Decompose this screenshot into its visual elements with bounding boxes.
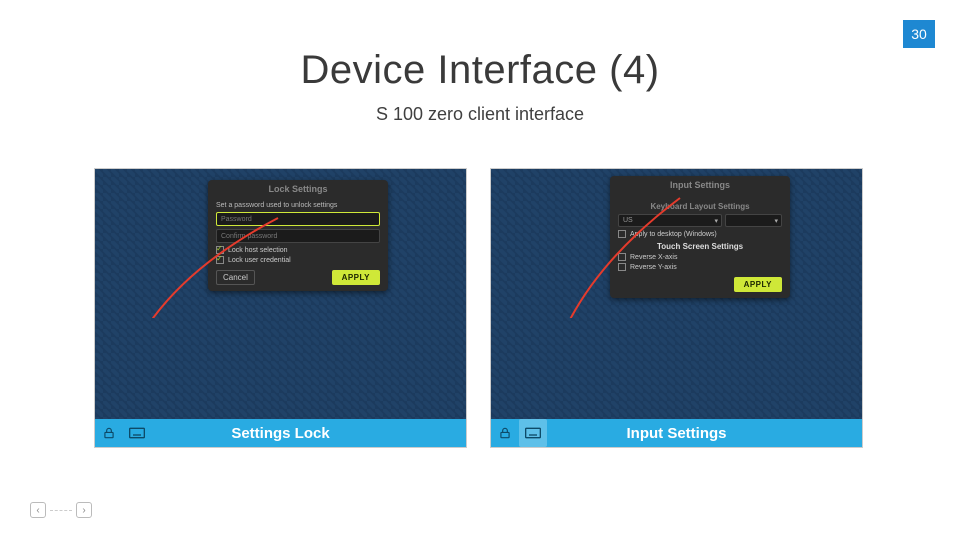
lock-user-checkbox[interactable]: Lock user credential [216, 256, 380, 264]
apply-desktop-checkbox[interactable]: Apply to desktop (Windows) [618, 230, 782, 238]
keyboard-variant-dropdown[interactable] [725, 214, 782, 227]
screenshot-caption: Input Settings [547, 425, 806, 442]
checkbox-label: Apply to desktop (Windows) [630, 231, 717, 238]
checkbox-icon [216, 246, 224, 254]
lock-icon[interactable] [95, 419, 123, 447]
dialog-prompt: Set a password used to unlock settings [216, 202, 380, 209]
lock-icon[interactable] [491, 419, 519, 447]
device-taskbar: Input Settings [491, 419, 862, 447]
device-taskbar: Settings Lock [95, 419, 466, 447]
apply-button[interactable]: APPLY [734, 277, 782, 292]
checkbox-label: Reverse X-axis [630, 254, 677, 261]
keyboard-layout-dropdown[interactable]: US [618, 214, 722, 227]
prev-slide-button[interactable]: ‹ [30, 502, 46, 518]
checkbox-icon [618, 253, 626, 261]
slide-title: Device Interface (4) [0, 48, 960, 93]
checkbox-label: Lock user credential [228, 257, 291, 264]
dialog-title: Lock Settings [208, 180, 388, 198]
confirm-password-field[interactable]: Confirm password [216, 229, 380, 243]
page-number-badge: 30 [903, 20, 935, 48]
checkbox-icon [618, 263, 626, 271]
checkbox-label: Lock host selection [228, 247, 288, 254]
checkbox-icon [618, 230, 626, 238]
apply-button[interactable]: APPLY [332, 270, 380, 285]
checkbox-label: Reverse Y-axis [630, 264, 677, 271]
password-field[interactable]: Password [216, 212, 380, 226]
screenshot-caption: Settings Lock [151, 425, 410, 442]
lock-host-checkbox[interactable]: Lock host selection [216, 246, 380, 254]
reverse-y-checkbox[interactable]: Reverse Y-axis [618, 263, 782, 271]
pager-separator [50, 510, 72, 511]
keyboard-section-label: Keyboard Layout Settings [618, 202, 782, 211]
input-settings-dialog: Input Settings Keyboard Layout Settings … [610, 176, 790, 298]
slide-pager: ‹ › [30, 502, 92, 518]
screenshot-settings-lock: Lock Settings Set a password used to unl… [94, 168, 467, 448]
dialog-title: Input Settings [610, 176, 790, 194]
keyboard-icon[interactable] [519, 419, 547, 447]
next-slide-button[interactable]: › [76, 502, 92, 518]
lock-settings-dialog: Lock Settings Set a password used to unl… [208, 180, 388, 291]
screenshot-input-settings: Input Settings Keyboard Layout Settings … [490, 168, 863, 448]
touch-section-label: Touch Screen Settings [618, 242, 782, 251]
slide-subtitle: S 100 zero client interface [0, 104, 960, 125]
keyboard-icon[interactable] [123, 419, 151, 447]
checkbox-icon [216, 256, 224, 264]
reverse-x-checkbox[interactable]: Reverse X-axis [618, 253, 782, 261]
cancel-button[interactable]: Cancel [216, 270, 255, 285]
